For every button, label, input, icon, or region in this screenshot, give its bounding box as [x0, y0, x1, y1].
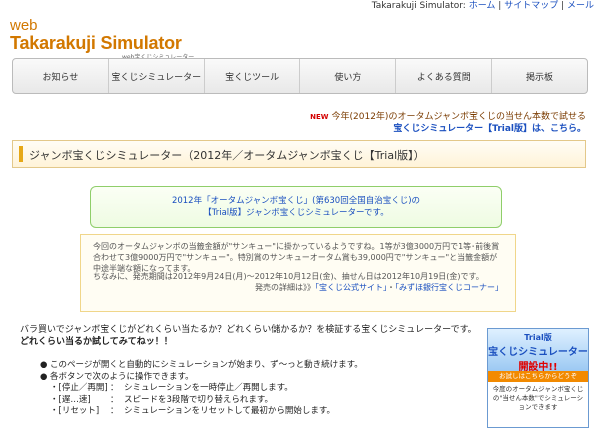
info-details-prefix: 発売の詳細は》》 [255, 283, 315, 292]
main-nav: お知らせ 宝くじシミュレーター 宝くじツール 使い方 よくある質問 掲示板 [12, 58, 588, 94]
nav-board[interactable]: 掲示板 [492, 59, 587, 93]
logo-line2: Takarakuji Simulator [10, 33, 182, 53]
nav-news[interactable]: お知らせ [13, 59, 109, 93]
news-link[interactable]: 宝くじシミュレーター【Trial版】は、こちら。 [286, 123, 586, 135]
list-item: ・[リセット]：シミュレーションをリセットして最初から開始します。 [50, 406, 336, 416]
news-line1: 今年(2012年)のオータムジャンボ宝くじの当せん本数で試せる [331, 112, 586, 122]
page-title-bar: ジャンボ宝くじシミュレーター（2012年／オータムジャンボ宝くじ【Trial版】… [12, 140, 586, 168]
home-link[interactable]: ホーム [469, 1, 496, 11]
list-item: ・[遅…速]：スピードを3段階で切り替えられます。 [50, 394, 274, 405]
intro-line2: どれくらい当るか試してみてねッ！！ [20, 337, 173, 347]
intro-line1: バラ買いでジャンボ宝くじがどれくらい当たるか？どれくらい儲かるか？を検証する宝く… [20, 325, 477, 335]
top-links: Takarakuji Simulator: ホーム | サイトマップ | メール [371, 1, 594, 11]
instructions-list: ● このページが開くと自動的にシミュレーションが始まり、ず〜っと動き続けます。 ●… [40, 360, 480, 418]
banner-cta: お試しはこちらからどうぞ [488, 371, 588, 382]
list-item: ・[停止／再開]：シミュレーションを一時停止／再開します。 [50, 383, 293, 393]
banner-title: 宝くじシミュレーター [488, 347, 588, 358]
nav-faq[interactable]: よくある質問 [396, 59, 493, 93]
trial-line1: 2012年「オータムジャンボ宝くじ」(第630回全国自治宝くじ)の [171, 196, 421, 206]
news-notice: NEW 今年(2012年)のオータムジャンボ宝くじの当せん本数で試せる 宝くじシミ… [286, 111, 586, 135]
title-accent [19, 146, 23, 162]
site-logo[interactable]: web Takarakuji Simulator web宝くじシミュレーター [10, 17, 194, 61]
list-item: ● 各ボタンで次のように操作できます。 [40, 371, 194, 382]
info-paragraph1: 今回のオータムジャンボの当籤金額が"サンキュー"に掛かっているようですね。1等が… [93, 242, 500, 273]
nav-simulator[interactable]: 宝くじシミュレーター [109, 59, 205, 93]
info-paragraph3: 発売の詳細は》》「宝くじ公式サイト」・「みずほ銀行宝くじコーナー」 [255, 283, 503, 292]
trial-line2: 【Trial版】ジャンボ宝くじシミュレーターです。 [203, 208, 389, 218]
sitemap-link[interactable]: サイトマップ [504, 1, 558, 11]
banner-trial-label: Trial版 [524, 333, 552, 342]
site-name: Takarakuji Simulator: [371, 1, 466, 11]
nav-tools[interactable]: 宝くじツール [205, 59, 301, 93]
intro-text: バラ買いでジャンボ宝くじがどれくらい当たるか？どれくらい儲かるか？を検証する宝く… [20, 324, 480, 348]
list-item: ● このページが開くと自動的にシミュレーションが始まり、ず〜っと動き続けます。 [40, 360, 363, 370]
logo-line1: web [10, 17, 38, 34]
official-site-link[interactable]: 「宝くじ公式サイト」 [315, 283, 387, 292]
new-badge: NEW [310, 113, 329, 121]
info-paragraph2: ちなみに、発売期間は2012年9月24日(月)〜2012年10月12日(金)、抽… [93, 272, 484, 281]
mizuho-link[interactable]: 「みずほ銀行宝くじコーナー」 [395, 283, 503, 292]
nav-howto[interactable]: 使い方 [300, 59, 397, 93]
banner-description: 今度のオータムジャンボ宝くじの"当せん本数"でシミュレーションできます [492, 385, 584, 411]
mail-link[interactable]: メール [567, 1, 594, 11]
page-title: ジャンボ宝くじシミュレーター（2012年／オータムジャンボ宝くじ【Trial版】… [29, 149, 425, 162]
info-box: 今回のオータムジャンボの当籤金額が"サンキュー"に掛かっているようですね。1等が… [80, 234, 516, 312]
trial-description: 2012年「オータムジャンボ宝くじ」(第630回全国自治宝くじ)の 【Trial… [90, 186, 502, 228]
trial-banner[interactable]: Trial版 宝くじシミュレーター 開設中!! お試しはこちらからどうぞ 今度の… [487, 328, 589, 428]
